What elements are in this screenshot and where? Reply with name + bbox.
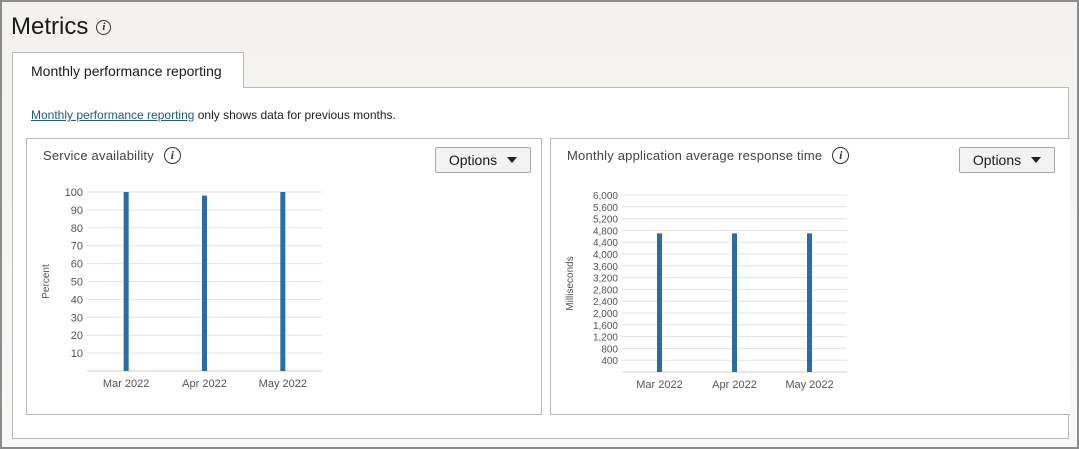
info-icon[interactable]: i	[96, 19, 112, 35]
caret-down-icon	[1031, 157, 1042, 163]
notice-text: only shows data for previous months.	[194, 108, 396, 122]
x-tick-label: Apr 2022	[712, 379, 757, 391]
y-tick-label: 30	[71, 312, 83, 324]
x-tick-label: Apr 2022	[182, 378, 227, 390]
y-tick-label: 90	[71, 205, 83, 217]
y-tick-label: 6,000	[593, 191, 618, 202]
bar	[280, 192, 286, 371]
x-tick-label: May 2022	[785, 379, 833, 391]
notice-message: Monthly performance reporting only shows…	[31, 108, 396, 122]
bar	[202, 195, 207, 371]
y-tick-label: 4,400	[593, 238, 618, 249]
service-availability-card: Service availability i Options 10 20 30 40 5…	[26, 138, 542, 415]
y-axis-label: Milliseconds	[565, 256, 576, 310]
options-label: Options	[448, 152, 498, 168]
x-tick-label: May 2022	[259, 378, 307, 390]
caret-down-icon	[507, 157, 518, 163]
bar	[807, 233, 812, 372]
bar	[732, 233, 737, 372]
x-tick-label: Mar 2022	[103, 378, 149, 390]
bar	[123, 192, 129, 371]
y-tick-label: 2,000	[593, 309, 618, 320]
y-tick-label: 70	[71, 241, 83, 253]
y-tick-label: 4,800	[593, 226, 618, 237]
page-title: Metrics	[11, 13, 89, 40]
tab-label: Monthly performance reporting	[31, 62, 222, 79]
y-tick-label: 40	[71, 294, 83, 306]
service-availability-chart: 10 20 30 40 50 60 70 80 90 100 Mar 2022 Apr 2022 May…	[41, 187, 322, 390]
options-button[interactable]: Options	[959, 147, 1055, 173]
y-tick-label: 1,200	[593, 333, 618, 344]
options-button[interactable]: Options	[435, 147, 531, 173]
x-tick-label: Mar 2022	[636, 379, 682, 391]
y-tick-label: 2,400	[593, 297, 618, 308]
y-tick-label: 3,600	[593, 262, 618, 273]
y-tick-label: 3,200	[593, 274, 618, 285]
y-tick-label: 60	[71, 259, 83, 271]
y-tick-label: 50	[71, 277, 83, 289]
y-tick-label: 400	[601, 356, 618, 367]
y-tick-label: 800	[601, 344, 618, 355]
y-tick-label: 5,200	[593, 215, 618, 226]
y-tick-label: 80	[71, 223, 83, 235]
page-header: Metrics i	[11, 10, 112, 44]
options-label: Options	[972, 152, 1022, 168]
y-axis-label: Percent	[41, 264, 52, 299]
y-tick-label: 20	[71, 330, 83, 342]
y-tick-label: 5,600	[593, 203, 618, 214]
y-tick-label: 100	[65, 187, 83, 199]
bar	[657, 233, 662, 372]
response-time-card: Monthly application average response tim…	[550, 138, 1070, 415]
response-time-chart: 4008001,2001,6002,0002,4002,8003,2003,60…	[565, 191, 847, 391]
monthly-performance-reporting-link[interactable]: Monthly performance reporting	[31, 108, 194, 122]
y-tick-label: 1,600	[593, 321, 618, 332]
y-tick-label: 4,000	[593, 250, 618, 261]
y-tick-label: 2,800	[593, 285, 618, 296]
y-tick-label: 10	[71, 348, 83, 360]
tab-monthly-performance-reporting[interactable]: Monthly performance reporting	[12, 52, 244, 88]
window-frame: Metrics i Monthly performance reporting …	[0, 0, 1079, 449]
tab-panel: Monthly performance reporting only shows…	[12, 87, 1070, 439]
